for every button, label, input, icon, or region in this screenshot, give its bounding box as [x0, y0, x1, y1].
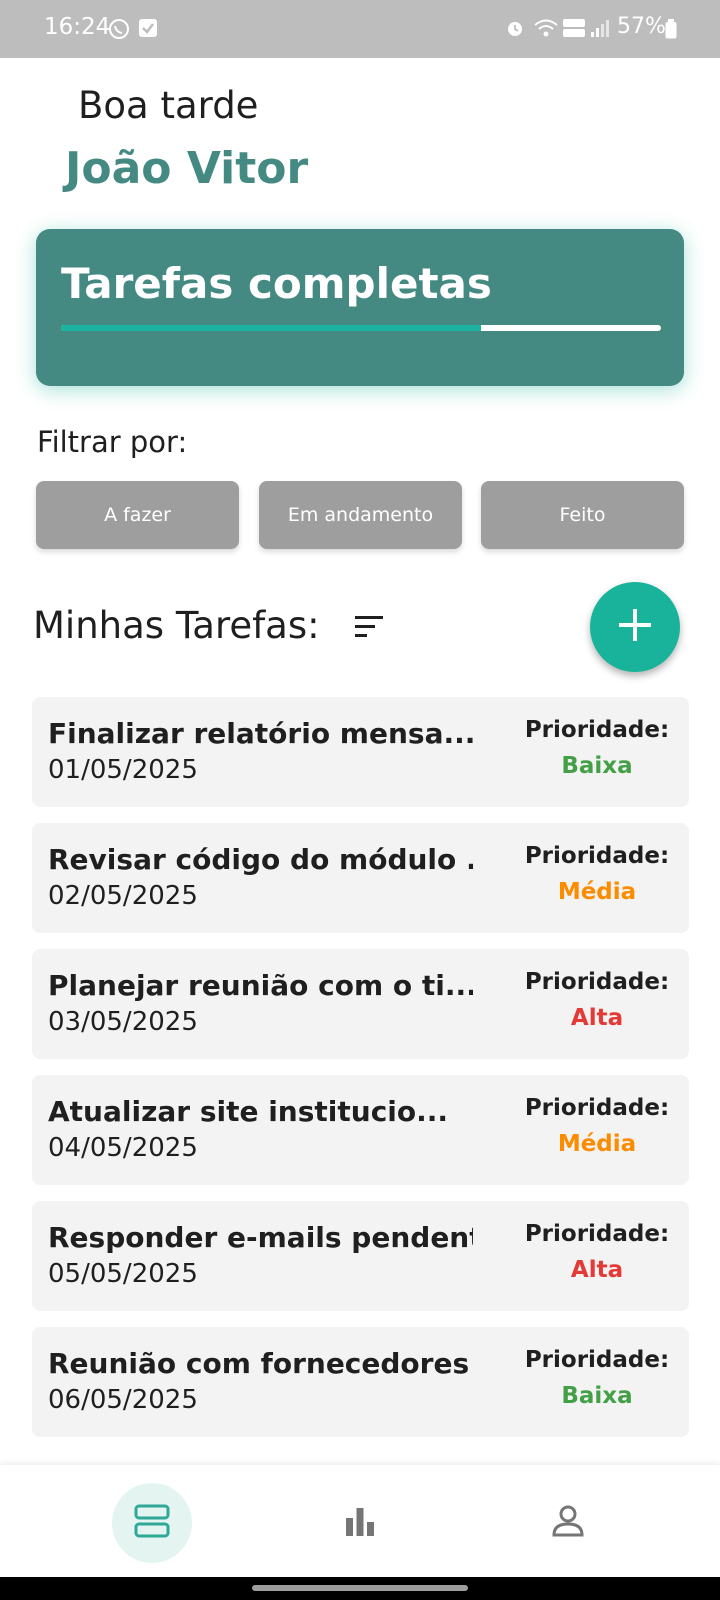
task-date: 06/05/2025 [48, 1385, 198, 1415]
priority-value: Média [557, 1131, 637, 1157]
task-date: 02/05/2025 [48, 881, 198, 911]
nav-tasks[interactable] [112, 1483, 192, 1563]
filter-label: Filtrar por: [37, 425, 188, 459]
signal-icon [590, 18, 610, 42]
completed-tasks-card: Tarefas completas [36, 229, 684, 386]
priority-label: Prioridade: [524, 1095, 670, 1121]
task-item[interactable]: Atualizar site institucio... 04/05/2025 … [32, 1075, 689, 1185]
task-item[interactable]: Finalizar relatório mensa... 01/05/2025 … [32, 697, 689, 807]
wifi-icon [533, 18, 559, 42]
nav-profile[interactable] [528, 1483, 608, 1563]
task-title: Atualizar site institucio... [48, 1095, 449, 1128]
whatsapp-icon [108, 18, 130, 44]
filter-button-todo[interactable]: A fazer [36, 481, 239, 549]
task-item[interactable]: Revisar código do módulo ... 02/05/2025 … [32, 823, 689, 933]
task-list: Finalizar relatório mensa... 01/05/2025 … [32, 697, 689, 1453]
task-item[interactable]: Planejar reunião com o ti... 03/05/2025 … [32, 949, 689, 1059]
task-title: Revisar código do módulo ... [48, 843, 473, 876]
sort-icon[interactable] [354, 614, 386, 640]
task-title: Finalizar relatório mensa... [48, 717, 473, 750]
battery-level: 57% [617, 14, 666, 39]
battery-icon [665, 19, 677, 43]
alarm-icon [505, 18, 525, 42]
tasks-section-title: Minhas Tarefas: [33, 604, 320, 647]
profile-icon [552, 1505, 584, 1541]
priority-label: Prioridade: [524, 717, 670, 743]
task-item[interactable]: Reunião com fornecedores 06/05/2025 Prio… [32, 1327, 689, 1437]
user-name: João Vitor [65, 143, 309, 194]
priority-label: Prioridade: [524, 969, 670, 995]
volte-icon [562, 17, 586, 43]
nav-statistics[interactable] [320, 1483, 400, 1563]
progress-bar [61, 325, 661, 331]
status-time: 16:24 [44, 14, 111, 40]
priority-label: Prioridade: [524, 1221, 670, 1247]
task-item[interactable]: Responder e-mails pendent... 05/05/2025 … [32, 1201, 689, 1311]
card-title: Tarefas completas [61, 259, 492, 308]
status-bar: 16:24 57% [0, 0, 720, 58]
task-date: 05/05/2025 [48, 1259, 198, 1289]
greeting-text: Boa tarde [78, 84, 259, 127]
priority-value: Média [557, 879, 637, 905]
chart-icon [344, 1506, 376, 1540]
progress-bar-fill [61, 325, 481, 331]
system-gesture-bar [0, 1577, 720, 1600]
task-date: 01/05/2025 [48, 755, 198, 785]
bottom-navigation [0, 1465, 720, 1577]
task-title: Responder e-mails pendent... [48, 1221, 473, 1254]
filter-button-done[interactable]: Feito [481, 481, 684, 549]
task-date: 03/05/2025 [48, 1007, 198, 1037]
tasks-icon [134, 1504, 170, 1542]
filter-button-in-progress[interactable]: Em andamento [259, 481, 462, 549]
priority-value: Alta [570, 1005, 624, 1031]
priority-value: Baixa [561, 1383, 633, 1409]
plus-icon [615, 605, 655, 649]
priority-label: Prioridade: [524, 1347, 670, 1373]
check-square-icon [138, 18, 158, 42]
priority-label: Prioridade: [524, 843, 670, 869]
priority-value: Alta [570, 1257, 624, 1283]
gesture-handle[interactable] [252, 1585, 468, 1591]
add-task-button[interactable] [590, 582, 680, 672]
priority-value: Baixa [561, 753, 633, 779]
task-title: Reunião com fornecedores [48, 1347, 470, 1380]
task-date: 04/05/2025 [48, 1133, 198, 1163]
task-title: Planejar reunião com o ti... [48, 969, 473, 1002]
